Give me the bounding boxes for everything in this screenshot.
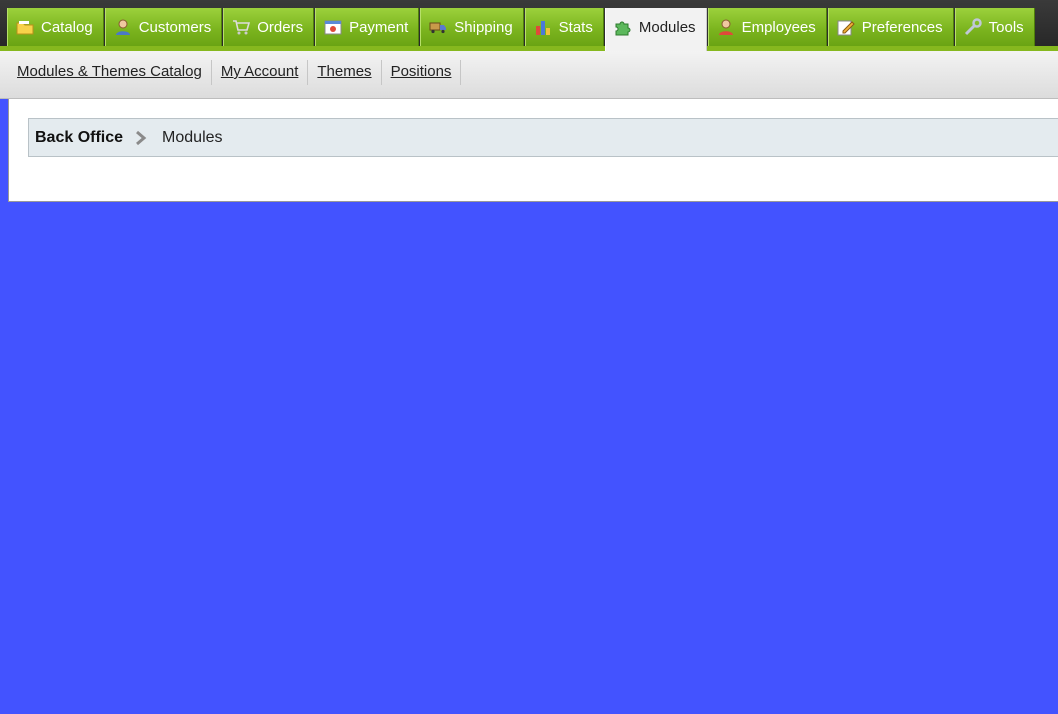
pencil-note-icon — [837, 18, 855, 36]
cart-icon — [232, 18, 251, 36]
subtab-modules-themes-catalog[interactable]: Modules & Themes Catalog — [8, 60, 212, 85]
bar-chart-icon — [534, 18, 552, 36]
tab-label: Catalog — [41, 18, 93, 36]
tab-label: Payment — [349, 18, 409, 36]
tab-stats[interactable]: Stats — [524, 8, 604, 46]
puzzle-icon — [614, 18, 632, 36]
tab-preferences[interactable]: Preferences — [827, 8, 954, 46]
content-panel: Back Office Modules — [8, 99, 1058, 202]
tab-employees[interactable]: Employees — [707, 8, 827, 46]
tab-payment[interactable]: Payment — [315, 8, 420, 46]
subtab-positions[interactable]: Positions — [382, 60, 462, 85]
folder-icon — [16, 18, 34, 36]
tab-label: Shipping — [454, 18, 513, 36]
sub-navigation-links: Modules & Themes Catalog My Account Them… — [8, 60, 462, 85]
tab-label: Preferences — [861, 18, 943, 36]
tab-customers[interactable]: Customers — [104, 8, 223, 46]
tab-shipping[interactable]: Shipping — [420, 8, 524, 46]
tab-label: Modules — [638, 18, 696, 36]
tab-tools[interactable]: Tools — [954, 8, 1035, 46]
tab-orders[interactable]: Orders — [223, 8, 315, 46]
breadcrumb-root[interactable]: Back Office — [35, 129, 123, 147]
tab-catalog[interactable]: Catalog — [7, 8, 104, 46]
payment-icon — [324, 18, 342, 36]
employee-icon — [717, 18, 735, 36]
sub-navigation-bar: Modules & Themes Catalog My Account Them… — [0, 51, 1058, 99]
customer-icon — [114, 18, 132, 36]
breadcrumb: Back Office Modules — [28, 118, 1058, 157]
tab-label: Tools — [988, 18, 1024, 36]
tab-label: Stats — [558, 18, 593, 36]
tab-label: Employees — [741, 18, 816, 36]
truck-icon — [429, 18, 447, 36]
tab-label: Orders — [257, 18, 304, 36]
tab-label: Customers — [138, 18, 212, 36]
wrench-icon — [964, 18, 982, 36]
subtab-my-account[interactable]: My Account — [212, 60, 309, 85]
chevron-right-icon — [135, 130, 147, 146]
breadcrumb-current: Modules — [162, 128, 223, 146]
tab-modules[interactable]: Modules — [604, 8, 707, 51]
subtab-themes[interactable]: Themes — [308, 60, 382, 85]
main-tabs: Catalog Customers Orders Payment Shippin… — [7, 8, 1036, 51]
